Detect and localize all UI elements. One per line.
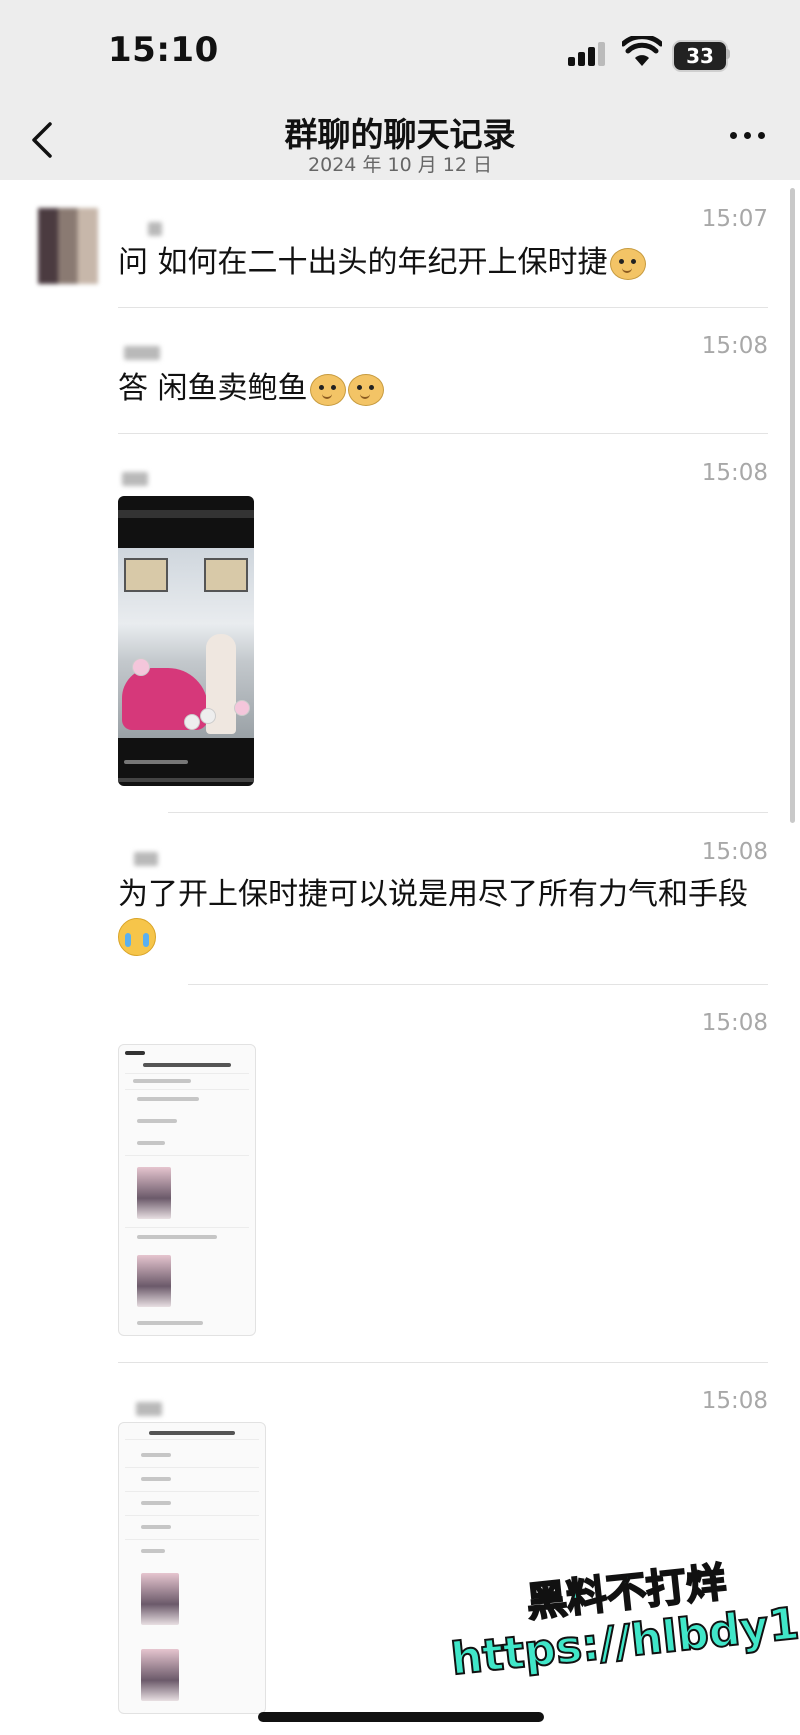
top-bar: 15:10 33 群聊的聊天记录 2024 年 10 月 12 日: [0, 0, 800, 180]
home-indicator[interactable]: [258, 1712, 544, 1722]
image-message-thumbnail[interactable]: [118, 496, 254, 786]
message-text-content: 答 闲鱼卖鲍鱼: [118, 371, 308, 406]
status-time: 15:10: [108, 30, 219, 70]
page-subtitle-date: 2024 年 10 月 12 日: [308, 154, 492, 176]
sender-name-blurred: [148, 222, 162, 236]
message-divider: [188, 984, 768, 985]
sender-name-blurred: [134, 852, 158, 866]
battery-icon: 33: [672, 40, 728, 72]
message-time: 15:07: [701, 206, 768, 232]
cellular-signal-icon: [568, 42, 612, 66]
avatar[interactable]: [38, 208, 98, 284]
battery-cap: [726, 49, 730, 59]
back-arrow-icon[interactable]: [28, 120, 58, 160]
message-time: 15:08: [701, 333, 768, 359]
chat-photo: [141, 1573, 179, 1625]
page-title: 群聊的聊天记录: [284, 115, 516, 154]
dog-emoji-icon: [309, 373, 346, 406]
message-divider: [118, 433, 768, 434]
message-text: 答 闲鱼卖鲍鱼: [118, 368, 384, 410]
wifi-icon: [622, 36, 662, 66]
message-text: 问 如何在二十出头的年纪开上保时捷: [118, 242, 646, 284]
chat-photo: [141, 1649, 179, 1701]
message-time: 15:08: [701, 460, 768, 486]
message-divider: [168, 812, 768, 813]
sender-name-blurred: [136, 1402, 162, 1416]
message-time: 15:08: [701, 839, 768, 865]
more-options-icon[interactable]: [728, 130, 768, 142]
message-time: 15:08: [701, 1010, 768, 1036]
chat-photo: [137, 1255, 171, 1307]
dog-emoji-icon: [609, 247, 646, 280]
crying-laughing-emoji-icon: [118, 918, 156, 956]
message-text: 为了开上保时捷可以说是用尽了所有力气和手段: [118, 877, 748, 912]
message-emoji: [118, 918, 156, 960]
message-divider: [118, 307, 768, 308]
message-time: 15:08: [701, 1388, 768, 1414]
sender-name-blurred: [122, 472, 148, 486]
message-divider: [118, 1362, 768, 1363]
image-message-thumbnail[interactable]: [118, 1422, 266, 1714]
photo-content: [118, 548, 254, 738]
chat-photo: [137, 1167, 171, 1219]
sender-name-blurred: [124, 346, 160, 360]
dog-emoji-icon: [347, 373, 384, 406]
scrollbar[interactable]: [790, 188, 795, 823]
message-text-content: 问 如何在二十出头的年纪开上保时捷: [118, 245, 608, 280]
image-message-thumbnail[interactable]: [118, 1044, 256, 1336]
